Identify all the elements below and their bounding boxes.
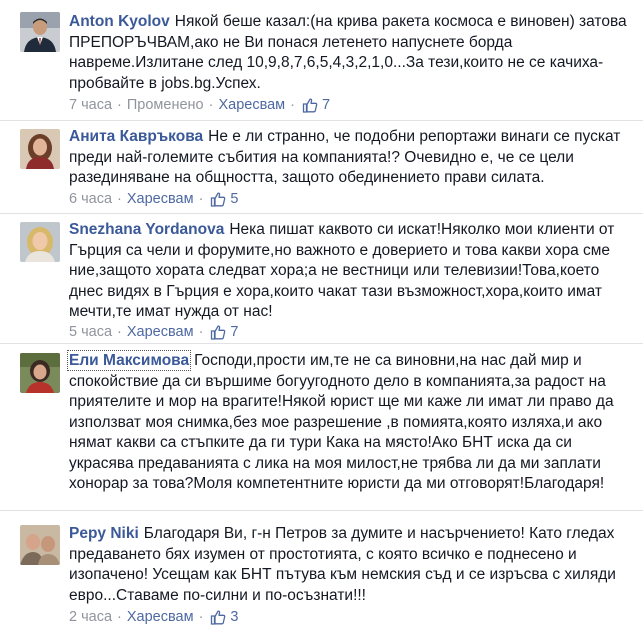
separator-dot: · bbox=[198, 324, 204, 340]
comment-author[interactable]: Анита Кавръкова bbox=[69, 128, 203, 145]
avatar[interactable] bbox=[20, 525, 60, 565]
separator-dot: · bbox=[198, 609, 204, 625]
comment-item: Pepy Niki Благодаря Ви, г-н Петров за дум… bbox=[0, 510, 643, 635]
like-button[interactable]: Харесвам bbox=[127, 190, 194, 208]
comment-time[interactable]: 2 часа bbox=[69, 608, 112, 626]
comment-meta: 6 часа · Харесвам · 5 bbox=[69, 190, 238, 208]
separator-dot: · bbox=[198, 191, 204, 207]
comment-author[interactable]: Pepy Niki bbox=[69, 525, 139, 542]
separator-dot: · bbox=[117, 191, 122, 207]
like-count[interactable]: 7 bbox=[210, 323, 238, 341]
like-count[interactable]: 3 bbox=[210, 608, 238, 626]
separator-dot: · bbox=[290, 97, 295, 113]
comment-body: Анита Кавръкова Не е ли странно, че подоб… bbox=[69, 127, 637, 189]
thumbs-up-icon bbox=[302, 98, 318, 113]
comment-item: Анита Кавръкова Не е ли странно, че подоб… bbox=[0, 120, 643, 213]
edited-label[interactable]: Променено bbox=[127, 96, 204, 114]
avatar[interactable] bbox=[20, 12, 60, 52]
comment-item: Snezhana Yordanova Нека пишат каквото си … bbox=[0, 213, 643, 343]
comment-meta: 5 часа · Харесвам · 7 bbox=[69, 323, 238, 341]
avatar[interactable] bbox=[20, 222, 60, 262]
avatar[interactable] bbox=[20, 353, 60, 393]
comment-time[interactable]: 5 часа bbox=[69, 323, 112, 341]
comment-meta: 2 часа · Харесвам · 3 bbox=[69, 608, 238, 626]
like-count[interactable]: 5 bbox=[210, 190, 238, 208]
separator-dot: · bbox=[117, 97, 122, 113]
like-button[interactable]: Харесвам bbox=[127, 323, 194, 341]
like-button[interactable]: Харесвам bbox=[218, 96, 285, 114]
comment-item: Anton Kyolov Някой беше казал:(на крива р… bbox=[0, 0, 643, 120]
comment-body: Pepy Niki Благодаря Ви, г-н Петров за дум… bbox=[69, 524, 637, 606]
like-count-value: 7 bbox=[230, 324, 239, 340]
comment-time[interactable]: 7 часа bbox=[69, 96, 112, 114]
like-button[interactable]: Харесвам bbox=[127, 608, 194, 626]
comment-body: Anton Kyolov Някой беше казал:(на крива р… bbox=[69, 12, 637, 94]
comment-body: Ели Максимова Господи,прости им,те не са … bbox=[66, 350, 637, 495]
comment-text: Господи,прости им,те не са виновни,на на… bbox=[69, 352, 614, 492]
comment-author[interactable]: Ели Максимова bbox=[66, 350, 192, 371]
like-count[interactable]: 7 bbox=[302, 96, 330, 114]
separator-dot: · bbox=[117, 609, 122, 625]
comment-text: Благодаря Ви, г-н Петров за думите и нас… bbox=[69, 525, 616, 604]
thumbs-up-icon bbox=[211, 325, 226, 340]
separator-dot: · bbox=[117, 324, 122, 340]
like-count-value: 7 bbox=[321, 97, 331, 113]
like-count-value: 5 bbox=[230, 191, 239, 207]
comment-feed: Anton Kyolov Някой беше казал:(на крива р… bbox=[0, 0, 643, 635]
thumbs-up-icon bbox=[211, 192, 226, 207]
comment-body: Snezhana Yordanova Нека пишат каквото си … bbox=[69, 220, 637, 323]
comment-author[interactable]: Snezhana Yordanova bbox=[69, 221, 224, 238]
comment-time[interactable]: 6 часа bbox=[69, 190, 112, 208]
comment-item: Ели Максимова Господи,прости им,те не са … bbox=[0, 343, 643, 510]
like-count-value: 3 bbox=[230, 609, 239, 625]
comment-author[interactable]: Anton Kyolov bbox=[69, 13, 170, 30]
separator-dot: · bbox=[208, 97, 214, 113]
avatar[interactable] bbox=[20, 129, 60, 169]
comment-meta: 7 часа · Променено · Харесвам · 7 bbox=[69, 96, 330, 114]
thumbs-up-icon bbox=[211, 610, 226, 625]
